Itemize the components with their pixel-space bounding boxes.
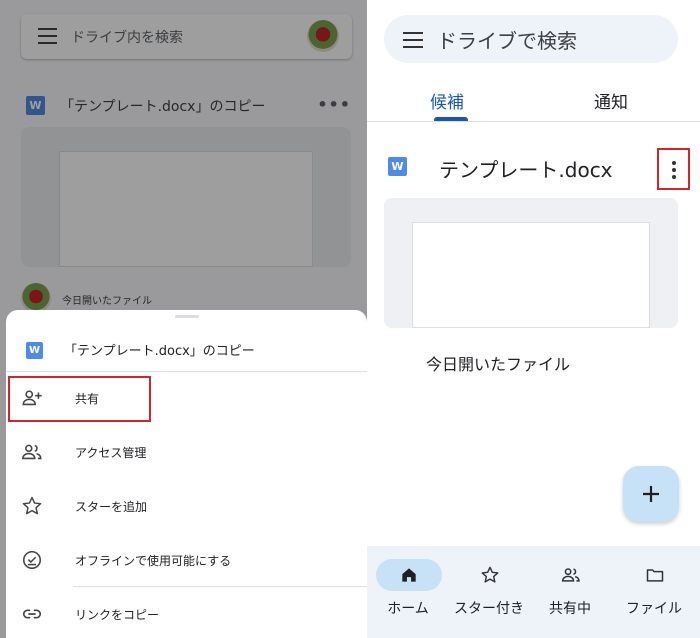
share-highlight-box <box>8 376 151 422</box>
more-vert-icon-dot <box>672 175 676 179</box>
menu-item-make-offline[interactable]: オフラインで使用可能にする <box>6 537 367 583</box>
star-icon <box>481 566 499 583</box>
hamburger-menu-icon[interactable] <box>403 32 423 48</box>
tab-notifications[interactable]: 通知 <box>594 88 628 113</box>
sheet-header: W 「テンプレート.docx」のコピー <box>6 324 367 372</box>
nav-files[interactable]: ファイル <box>614 546 694 638</box>
new-button[interactable] <box>623 466 679 522</box>
menu-item-manage-access[interactable]: アクセス管理 <box>6 429 367 475</box>
bottom-navigation: ホーム スター付き 共有中 ファイル <box>367 546 700 638</box>
divider <box>73 586 367 587</box>
home-icon <box>402 568 416 582</box>
nav-label: ホーム <box>387 601 429 617</box>
people-icon <box>561 568 580 582</box>
menu-item-copy-link[interactable]: リンクをコピー <box>6 591 367 637</box>
nav-shared[interactable]: 共有中 <box>530 546 610 638</box>
tab-bar: 候補 通知 <box>367 72 700 122</box>
active-tab-indicator <box>434 117 468 121</box>
left-screen: ドライブ内を検索 W 「テンプレート.docx」のコピー ••• 今日開いたファ… <box>0 0 367 638</box>
sheet-title: 「テンプレート.docx」のコピー <box>64 344 255 359</box>
menu-item-label: リンクをコピー <box>75 608 160 622</box>
star-icon <box>22 496 42 515</box>
search-placeholder: ドライブで検索 <box>437 29 577 53</box>
file-card-header[interactable]: W テンプレート.docx <box>388 148 690 190</box>
more-vert-icon-dot <box>672 168 676 172</box>
document-page-preview <box>412 222 650 328</box>
nav-label: 共有中 <box>549 601 591 617</box>
word-file-icon: W <box>26 342 43 359</box>
tab-suggested[interactable]: 候補 <box>430 88 464 113</box>
recent-label: 今日開いたファイル <box>426 355 571 374</box>
folder-icon <box>646 569 664 582</box>
more-options-button[interactable] <box>657 148 690 190</box>
file-thumbnail[interactable] <box>384 198 678 328</box>
word-file-icon: W <box>388 157 407 176</box>
offline-check-icon <box>22 550 42 570</box>
more-vert-icon <box>672 161 676 165</box>
nav-home[interactable]: ホーム <box>368 546 448 638</box>
bottom-sheet-menu: W 「テンプレート.docx」のコピー 共有 アクセス管理 スターを追加 オフラ… <box>6 310 367 638</box>
menu-item-add-star[interactable]: スターを追加 <box>6 483 367 529</box>
drag-handle[interactable] <box>175 315 199 318</box>
file-title: テンプレート.docx <box>439 158 613 182</box>
right-screen: ドライブで検索 候補 通知 W テンプレート.docx 今日開いたファイル ホー… <box>367 0 700 638</box>
nav-label: ファイル <box>626 601 682 617</box>
menu-item-label: オフラインで使用可能にする <box>75 554 232 568</box>
menu-item-label: スターを追加 <box>75 500 148 514</box>
nav-starred[interactable]: スター付き <box>449 546 529 638</box>
plus-icon <box>643 486 659 502</box>
menu-item-label: アクセス管理 <box>75 446 147 460</box>
link-icon <box>22 609 42 619</box>
search-bar[interactable]: ドライブで検索 <box>384 15 678 63</box>
nav-label: スター付き <box>454 601 524 617</box>
people-icon <box>22 444 42 460</box>
